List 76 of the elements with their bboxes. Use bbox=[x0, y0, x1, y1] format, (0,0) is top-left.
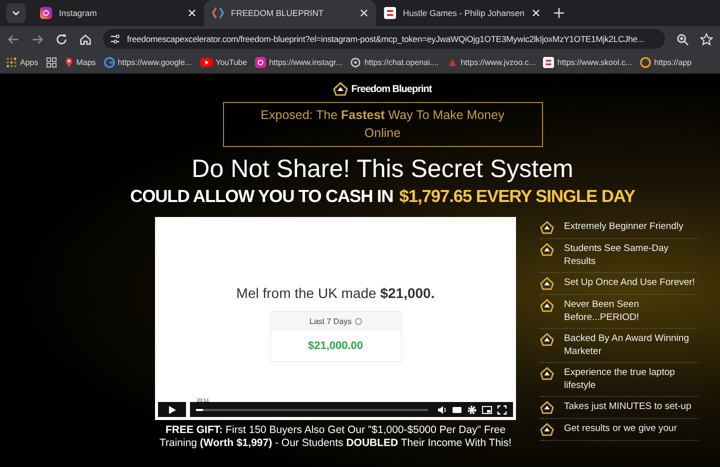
logo-icon bbox=[540, 299, 554, 312]
picture-in-picture-icon[interactable] bbox=[482, 404, 492, 414]
map-pin-icon bbox=[65, 57, 74, 68]
camera-icon bbox=[255, 57, 266, 68]
logo-icon bbox=[333, 82, 348, 96]
free-gift-text: FREE GIFT: First 150 Buyers Also Get Our "$1,000-$5000 Per Day" Free Training (Worth $1,997) - Our Students DOUBLED Their Income With This! bbox=[158, 424, 513, 450]
logo-icon bbox=[540, 333, 554, 346]
brackets-icon bbox=[212, 7, 224, 19]
address-field[interactable]: freedomescapexcelerator.com/freedom-blueprint?el=instagram-post&mcp_token=eyJwaWQiOjg1OTE3Mywic2lkIjoxMzY1OTE1Mjk2LCJhe... bbox=[103, 29, 665, 49]
earnings-amount: $21,000.00 bbox=[306, 339, 364, 354]
feature-text: Experience the true laptop lifestyle bbox=[564, 367, 676, 392]
bookmark[interactable]: https://chat.openai.... bbox=[350, 57, 439, 68]
tab-title: FREEDOM BLUEPRINT bbox=[231, 8, 325, 18]
back-icon[interactable] bbox=[7, 32, 20, 46]
triangle-icon bbox=[446, 57, 458, 68]
logo-text: Freedom Blueprint bbox=[351, 84, 432, 94]
feature-text: Takes just MINUTES to set-up bbox=[564, 401, 692, 414]
logo-icon bbox=[540, 423, 554, 436]
knot-icon bbox=[350, 57, 362, 68]
logo-icon bbox=[540, 401, 554, 414]
feature-text: Set Up Once And Use Forever! bbox=[564, 277, 695, 290]
play-logo-icon bbox=[200, 58, 213, 67]
browser-tab[interactable]: Instagram bbox=[32, 0, 204, 26]
bookmark[interactable]: https://www.skool.c... bbox=[543, 57, 632, 68]
browser-tab[interactable]: FREEDOM BLUEPRINT bbox=[204, 0, 376, 26]
tab-title: Hustle Games - Philip Johansen bbox=[403, 8, 525, 18]
close-icon[interactable] bbox=[188, 9, 196, 17]
bookmark[interactable]: https://www.google... bbox=[104, 57, 192, 68]
logo-icon bbox=[540, 243, 554, 256]
bookmark[interactable]: YouTube bbox=[200, 58, 248, 67]
bookmark[interactable]: https://www.instagr... bbox=[255, 57, 342, 68]
video-caption: Mel from the UK made $21,000. bbox=[236, 285, 435, 301]
bookmark[interactable]: https://www.jvzoo.c... bbox=[446, 57, 536, 68]
chevron-down-icon bbox=[11, 8, 21, 18]
volume-icon[interactable] bbox=[437, 404, 447, 414]
star-icon[interactable] bbox=[700, 32, 713, 46]
captions-icon[interactable] bbox=[452, 404, 462, 414]
feature-text: Get results or we give your bbox=[564, 423, 677, 436]
new-tab-icon[interactable] bbox=[554, 8, 564, 18]
feature-text: Never Been Seen Before...PERIOD! bbox=[564, 299, 640, 324]
forward-icon[interactable] bbox=[31, 32, 44, 46]
card-label: Last 7 Days bbox=[309, 317, 352, 326]
feature-text: Students See Same-Day Results bbox=[564, 243, 670, 268]
logo-icon bbox=[540, 367, 554, 380]
tab-list-button[interactable] bbox=[6, 3, 26, 23]
info-icon bbox=[354, 318, 362, 325]
browser-tab[interactable]: Hustle Games - Philip Johansen bbox=[376, 0, 548, 26]
reload-icon[interactable] bbox=[55, 32, 68, 46]
settings-icon[interactable] bbox=[467, 404, 477, 414]
feature-text: Backed By An Award Winning Marketer bbox=[564, 333, 690, 358]
bookmark[interactable]: Apps bbox=[6, 57, 38, 68]
close-icon[interactable] bbox=[532, 9, 540, 17]
subheadline: COULD ALLOW YOU TO CASH IN bbox=[130, 186, 394, 207]
headline-banner: Exposed: The Fastest Way To Make Money Online bbox=[222, 102, 542, 147]
feature-text: Extremely Beginner Friendly bbox=[564, 221, 684, 234]
camera-icon bbox=[40, 7, 52, 19]
tab-title: Instagram bbox=[59, 8, 98, 18]
page-title: Do Not Share! This Secret System bbox=[192, 154, 574, 184]
site-icon bbox=[384, 7, 396, 19]
bookmark[interactable]: Maps bbox=[65, 57, 96, 68]
ring-icon bbox=[640, 57, 652, 68]
bookmark[interactable]: https://app bbox=[640, 57, 692, 68]
site-icon bbox=[543, 57, 554, 68]
apps-grid-icon bbox=[6, 57, 17, 68]
g-letter-circle-icon bbox=[104, 57, 115, 68]
logo-icon bbox=[540, 277, 554, 290]
zoom-icon[interactable] bbox=[676, 32, 689, 46]
tab-groups-icon[interactable] bbox=[46, 57, 58, 68]
close-icon[interactable] bbox=[360, 9, 368, 17]
fullscreen-icon[interactable] bbox=[497, 404, 507, 414]
site-settings-icon[interactable] bbox=[109, 33, 121, 45]
logo-icon bbox=[540, 221, 554, 234]
play-icon bbox=[167, 404, 177, 414]
play-button[interactable] bbox=[158, 402, 186, 417]
home-icon[interactable] bbox=[79, 32, 92, 46]
subheadline: $1,797.65 EVERY SINGLE DAY bbox=[399, 186, 635, 207]
